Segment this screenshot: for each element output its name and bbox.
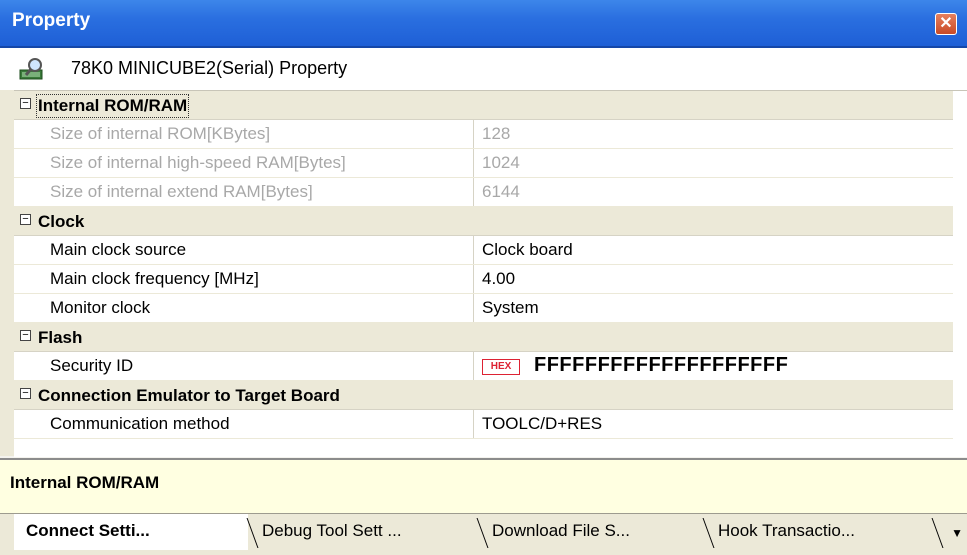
property-row-main-clock-source[interactable]: Main clock source Clock board — [14, 236, 953, 265]
property-value[interactable]: Clock board — [482, 240, 573, 260]
category-connection-emulator[interactable]: − Connection Emulator to Target Board — [14, 381, 953, 410]
property-name: Monitor clock — [50, 298, 151, 317]
tab-hook-transaction-settings[interactable]: Hook Transactio... — [718, 514, 934, 550]
collapse-icon[interactable]: − — [20, 214, 31, 225]
property-panel: Property ✕ 78K0 MINICUBE2(Serial) Proper… — [0, 0, 967, 555]
category-flash[interactable]: − Flash — [14, 323, 953, 352]
property-name: Communication method — [50, 414, 230, 433]
collapse-icon[interactable]: − — [20, 98, 31, 109]
category-label: Flash — [38, 328, 83, 347]
column-divider — [473, 265, 474, 293]
panel-title: Property — [12, 10, 91, 31]
category-label: Internal ROM/RAM — [35, 94, 190, 118]
tab-download-file-settings[interactable]: Download File S... — [492, 514, 710, 550]
security-id-value[interactable]: FFFFFFFFFFFFFFFFFFFF — [534, 354, 788, 377]
close-icon[interactable]: ✕ — [935, 13, 957, 35]
property-description: Internal ROM/RAM — [0, 458, 967, 513]
property-name: Security ID — [50, 356, 134, 375]
category-label: Clock — [38, 212, 85, 231]
property-value: 128 — [482, 124, 511, 143]
property-value: 1024 — [482, 153, 520, 172]
column-divider — [473, 149, 474, 177]
column-divider — [473, 352, 474, 380]
property-grid[interactable]: − Internal ROM/RAM Size of internal ROM[… — [14, 90, 967, 457]
tab-label: Download File S... — [492, 521, 630, 540]
property-header: 78K0 MINICUBE2(Serial) Property — [0, 48, 967, 90]
column-divider — [473, 178, 474, 206]
tab-label: Debug Tool Sett ... — [262, 521, 402, 540]
property-row-security-id[interactable]: Security ID HEX FFFFFFFFFFFFFFFFFFFF — [14, 352, 953, 381]
tab-bar: Connect Setti... Debug Tool Sett ... Dow… — [0, 513, 967, 555]
description-text: Internal ROM/RAM — [10, 473, 160, 492]
property-row-communication-method[interactable]: Communication method TOOLC/D+RES — [14, 410, 953, 439]
property-name: Main clock frequency [MHz] — [50, 269, 259, 288]
property-value: 6144 — [482, 182, 520, 201]
category-internal-rom-ram[interactable]: − Internal ROM/RAM — [14, 91, 953, 120]
property-name: Size of internal high-speed RAM[Bytes] — [50, 153, 346, 172]
tab-debug-tool-settings[interactable]: Debug Tool Sett ... — [262, 514, 482, 550]
property-name: Size of internal extend RAM[Bytes] — [50, 182, 313, 201]
column-divider — [473, 294, 474, 322]
property-row-main-clock-frequency[interactable]: Main clock frequency [MHz] 4.00 — [14, 265, 953, 294]
property-value[interactable]: System — [482, 298, 539, 318]
property-row-high-speed-ram-size[interactable]: Size of internal high-speed RAM[Bytes] 1… — [14, 149, 953, 178]
property-value[interactable]: TOOLC/D+RES — [482, 414, 602, 434]
tab-connect-settings[interactable]: Connect Setti... — [14, 514, 248, 550]
tab-label: Hook Transactio... — [718, 521, 856, 540]
grid-left-margin — [0, 90, 14, 456]
hex-badge-icon: HEX — [482, 359, 520, 375]
title-bar: Property ✕ — [0, 0, 967, 48]
property-row-internal-rom-size[interactable]: Size of internal ROM[KBytes] 128 — [14, 120, 953, 149]
property-name: Main clock source — [50, 240, 187, 259]
property-value[interactable]: 4.00 — [482, 269, 515, 289]
category-label: Connection Emulator to Target Board — [38, 386, 340, 405]
tab-separator — [246, 518, 259, 548]
property-row-extend-ram-size[interactable]: Size of internal extend RAM[Bytes] 6144 — [14, 178, 953, 207]
property-row-monitor-clock[interactable]: Monitor clock System — [14, 294, 953, 323]
tab-list-dropdown-icon[interactable]: ▼ — [951, 526, 963, 540]
category-clock[interactable]: − Clock — [14, 207, 953, 236]
collapse-icon[interactable]: − — [20, 330, 31, 341]
column-divider — [473, 120, 474, 148]
column-divider — [473, 236, 474, 264]
collapse-icon[interactable]: − — [20, 388, 31, 399]
property-name: Size of internal ROM[KBytes] — [50, 124, 271, 143]
magnifier-chip-icon — [19, 58, 43, 80]
tab-label: Connect Setti... — [26, 521, 150, 540]
column-divider — [473, 410, 474, 438]
property-header-label: 78K0 MINICUBE2(Serial) Property — [71, 58, 348, 78]
